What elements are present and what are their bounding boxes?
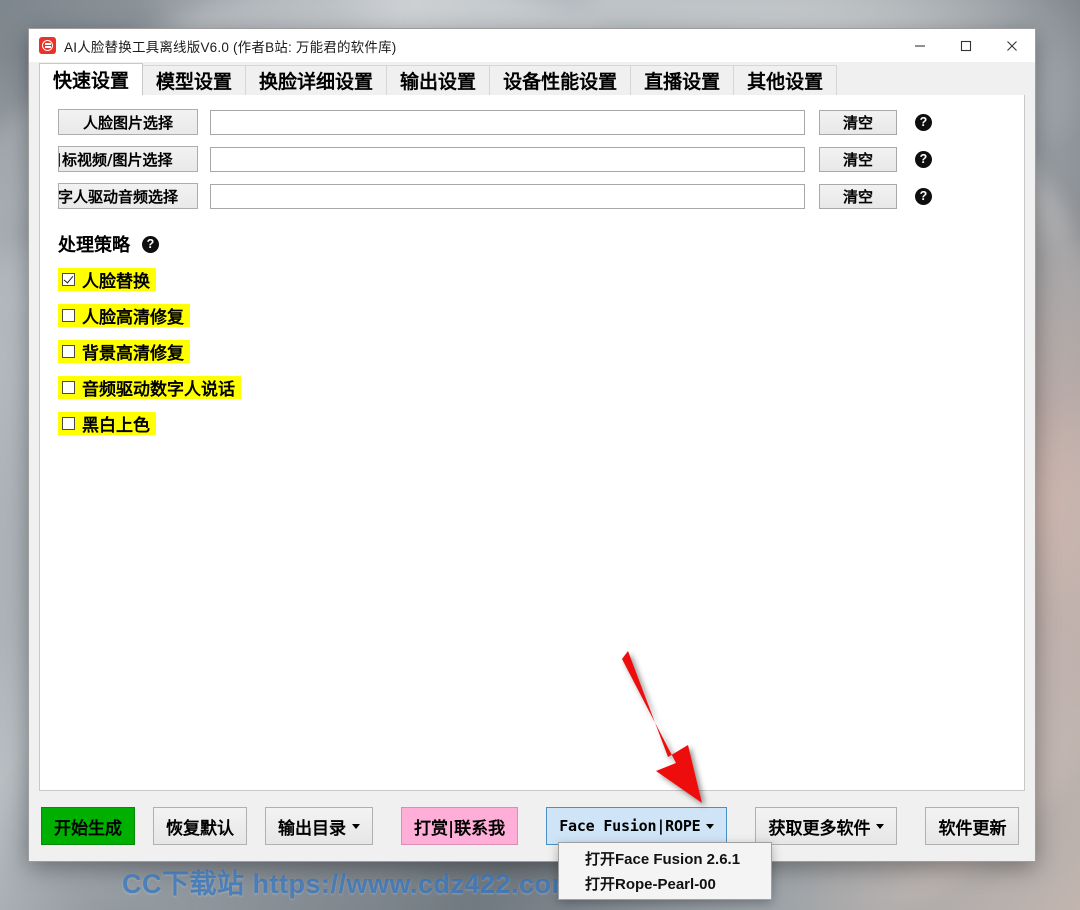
checkbox-row-background-enhance[interactable]: 背景高清修复: [58, 340, 190, 364]
minimize-icon[interactable]: [897, 29, 943, 62]
tab-label: 直播设置: [644, 71, 721, 93]
tab-label: 输出设置: [400, 71, 477, 93]
button-label: 开始生成: [54, 818, 122, 839]
processing-strategy-section: 处理策略 ? 人脸替换 人脸高清修复 背景高清修复 音频驱动数字人说话 黑白上色: [40, 231, 1024, 436]
target-video-image-select-button[interactable]: 目标视频/图片选择: [58, 146, 198, 172]
menu-item-open-rope-pearl[interactable]: 打开Rope-Pearl-00: [559, 871, 771, 896]
file-selection-group: 人脸图片选择 清空 ? 目标视频/图片选择 清空 ? 数字人驱动音频选择 清空 …: [40, 95, 1024, 209]
checkbox-row-audio-driven-talking[interactable]: 音频驱动数字人说话: [58, 376, 241, 400]
close-icon[interactable]: [989, 29, 1035, 62]
button-label: Face Fusion|ROPE: [559, 817, 701, 835]
help-icon[interactable]: ?: [915, 150, 932, 168]
driving-audio-path-input[interactable]: [210, 183, 805, 209]
tab-label: 模型设置: [156, 71, 233, 93]
button-label: 数字人驱动音频选择: [58, 187, 179, 206]
checkbox-colorize[interactable]: [62, 417, 75, 430]
target-media-path-input[interactable]: [210, 146, 805, 172]
content-panel: 人脸图片选择 清空 ? 目标视频/图片选择 清空 ? 数字人驱动音频选择 清空 …: [39, 95, 1025, 791]
tab-model-settings[interactable]: 模型设置: [142, 65, 247, 95]
clear-driving-audio-button[interactable]: 清空: [819, 183, 897, 209]
tab-strip: 快速设置 模型设置 换脸详细设置 输出设置 设备性能设置 直播设置 其他设置: [29, 62, 1035, 95]
button-label: 输出目录: [278, 818, 346, 839]
checkbox-audio-driven-talking[interactable]: [62, 381, 75, 394]
button-label: 软件更新: [938, 818, 1007, 839]
checkbox-row-colorize[interactable]: 黑白上色: [58, 412, 156, 436]
chevron-down-icon: [706, 823, 715, 829]
restore-defaults-button[interactable]: 恢复默认: [153, 807, 247, 845]
tab-label: 其他设置: [747, 71, 824, 93]
button-label: 打赏|联系我: [414, 818, 506, 839]
checkbox-label: 人脸高清修复: [82, 308, 184, 328]
tab-live-settings[interactable]: 直播设置: [630, 65, 735, 95]
title-bar[interactable]: AI人脸替换工具离线版V6.0 (作者B站: 万能君的软件库): [29, 29, 1035, 62]
checkbox-background-enhance[interactable]: [62, 345, 75, 358]
checkbox-label: 背景高清修复: [82, 344, 184, 364]
get-more-software-button[interactable]: 获取更多软件: [755, 807, 898, 845]
checkbox-row-face-enhance[interactable]: 人脸高清修复: [58, 304, 190, 328]
window-controls: [897, 29, 1035, 62]
menu-item-open-face-fusion[interactable]: 打开Face Fusion 2.6.1: [559, 846, 771, 871]
checkbox-face-swap[interactable]: [62, 273, 75, 286]
strategy-header: 处理策略 ?: [58, 231, 1024, 257]
tab-faceswap-detail-settings[interactable]: 换脸详细设置: [245, 65, 388, 95]
button-label: 获取更多软件: [768, 818, 871, 839]
button-label: 人脸图片选择: [82, 113, 173, 132]
row-driving-audio: 数字人驱动音频选择 清空 ?: [40, 183, 1024, 209]
software-update-button[interactable]: 软件更新: [925, 807, 1020, 845]
face-image-path-input[interactable]: [210, 109, 805, 135]
help-icon[interactable]: ?: [915, 187, 932, 205]
row-face-image: 人脸图片选择 清空 ?: [40, 109, 1024, 135]
button-label: 清空: [842, 150, 873, 169]
face-fusion-rope-button[interactable]: Face Fusion|ROPE: [546, 807, 728, 845]
tab-device-performance-settings[interactable]: 设备性能设置: [489, 65, 632, 95]
checkbox-label: 人脸替换: [82, 272, 150, 292]
digital-human-audio-select-button[interactable]: 数字人驱动音频选择: [58, 183, 198, 209]
menu-item-label: 打开Face Fusion 2.6.1: [585, 851, 741, 868]
strategy-title: 处理策略: [58, 235, 130, 256]
button-label: 恢复默认: [166, 818, 234, 839]
button-label: 清空: [842, 187, 873, 206]
app-logo-icon: [39, 37, 56, 54]
checkbox-face-enhance[interactable]: [62, 309, 75, 322]
start-generate-button[interactable]: 开始生成: [41, 807, 135, 845]
chevron-down-icon: [876, 823, 885, 829]
face-image-select-button[interactable]: 人脸图片选择: [58, 109, 198, 135]
chevron-down-icon: [352, 823, 360, 829]
button-label: 清空: [842, 113, 873, 132]
output-directory-button[interactable]: 输出目录: [265, 807, 373, 845]
checkbox-label: 音频驱动数字人说话: [82, 380, 235, 400]
tab-output-settings[interactable]: 输出设置: [386, 65, 491, 95]
maximize-icon[interactable]: [943, 29, 989, 62]
tab-other-settings[interactable]: 其他设置: [733, 65, 838, 95]
menu-item-label: 打开Rope-Pearl-00: [585, 876, 716, 893]
row-target-media: 目标视频/图片选择 清空 ?: [40, 146, 1024, 172]
face-fusion-dropdown-menu: 打开Face Fusion 2.6.1 打开Rope-Pearl-00: [558, 842, 772, 900]
checkbox-label: 黑白上色: [82, 416, 150, 436]
tab-quick-settings[interactable]: 快速设置: [39, 63, 144, 95]
donate-contact-button[interactable]: 打赏|联系我: [401, 807, 519, 845]
help-icon[interactable]: ?: [142, 235, 159, 253]
clear-target-media-button[interactable]: 清空: [819, 146, 897, 172]
window-title: AI人脸替换工具离线版V6.0 (作者B站: 万能君的软件库): [64, 39, 397, 55]
tab-label: 换脸详细设置: [259, 71, 374, 93]
footer-toolbar: 开始生成 恢复默认 输出目录 打赏|联系我 Face Fusion|ROPE 获…: [29, 791, 1035, 861]
application-window: AI人脸替换工具离线版V6.0 (作者B站: 万能君的软件库) 快速设置 模型设…: [28, 28, 1036, 862]
clear-face-image-button[interactable]: 清空: [819, 109, 897, 135]
help-icon[interactable]: ?: [915, 113, 932, 131]
tab-label: 设备性能设置: [503, 71, 618, 93]
button-label: 目标视频/图片选择: [58, 150, 173, 169]
tab-label: 快速设置: [53, 70, 130, 92]
checkbox-row-face-swap[interactable]: 人脸替换: [58, 268, 156, 292]
